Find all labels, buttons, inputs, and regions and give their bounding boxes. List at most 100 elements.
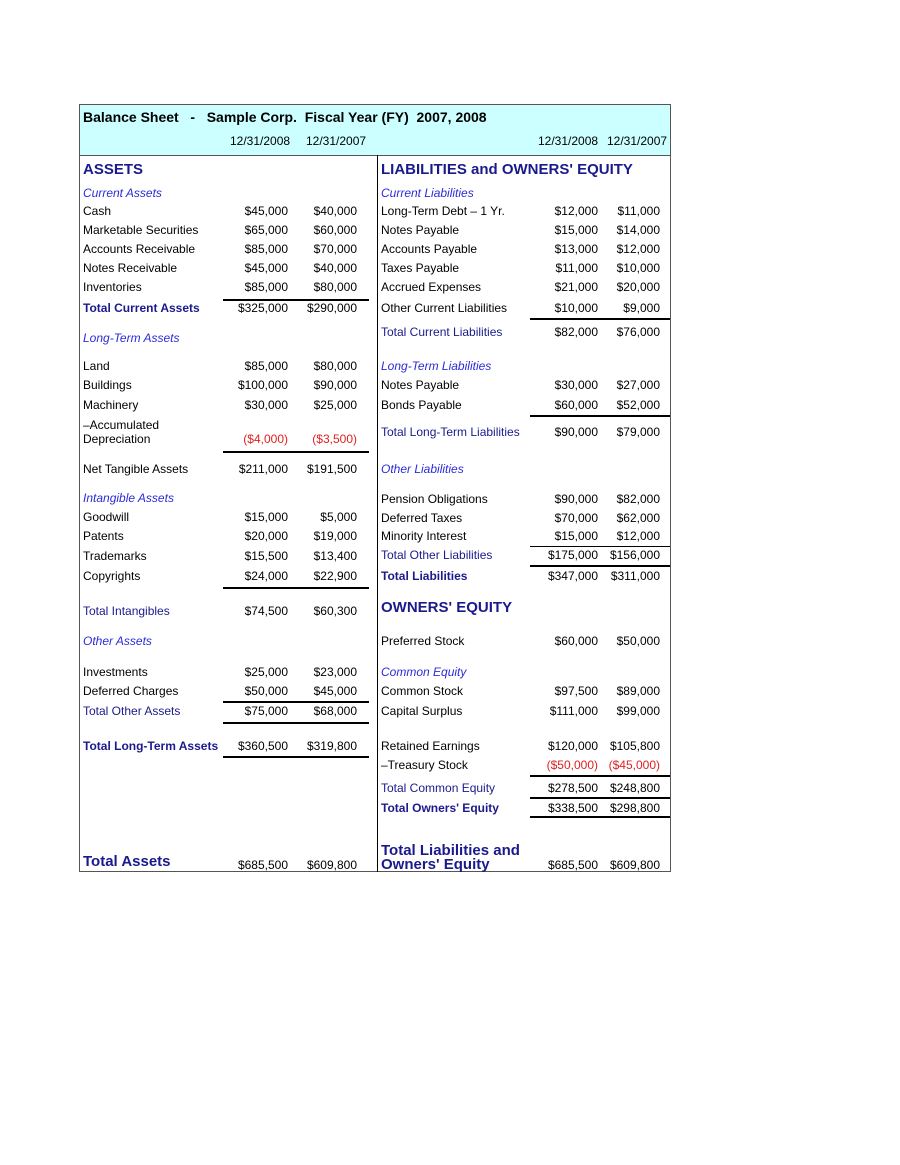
other-liability-row-label: Pension Obligations <box>381 492 488 506</box>
total-longterm-liabilities-row-value-2007: $79,000 <box>616 425 660 439</box>
total-assets-value-2008: $685,500 <box>237 858 288 872</box>
current-asset-row-value-2008: $45,000 <box>244 261 288 275</box>
current-asset-row-value-2008: $85,000 <box>244 242 288 256</box>
total-other-liabilities-row-value-2007: $156,000 <box>609 548 660 562</box>
longterm-asset-row-value-2007: $80,000 <box>313 359 357 373</box>
longterm-liability-row-value-2008: $60,000 <box>554 398 598 412</box>
current-liability-row-value-2008: $12,000 <box>554 204 598 218</box>
other-liability-row-value-2008: $15,000 <box>554 529 598 543</box>
longterm-assets-heading: Long-Term Assets <box>83 331 180 345</box>
current-liability-row-label: Accounts Payable <box>381 242 478 256</box>
total-assets-label: Total Assets <box>83 853 171 870</box>
longterm-asset-row-value-2008: $85,000 <box>244 359 288 373</box>
current-liability-row-value-2007: $14,000 <box>616 223 660 237</box>
treasury-stock-row-value-2007: ($45,000) <box>608 758 660 772</box>
other-asset-row-label: Investments <box>83 665 148 679</box>
current-asset-row-value-2007: $40,000 <box>313 204 357 218</box>
longterm-liability-row-label: Bonds Payable <box>381 398 462 412</box>
current-liabilities-rule <box>530 318 670 320</box>
total-common-equity-row-value-2008: $278,500 <box>547 781 598 795</box>
date-header-left-2007: 12/31/2007 <box>306 134 367 148</box>
preferred-stock-row-value-2008: $60,000 <box>554 634 598 648</box>
current-asset-row-value-2007: $40,000 <box>313 261 357 275</box>
intangible-asset-row-value-2008: $15,000 <box>244 510 288 524</box>
total-current-liabilities-row-value-2008: $82,000 <box>554 325 598 339</box>
treasury-stock-rule <box>530 775 670 777</box>
total-current-liabilities-row-label: Total Current Liabilities <box>381 325 503 339</box>
current-liability-row-value-2008: $11,000 <box>555 261 599 275</box>
total-longterm-assets-row-label: Total Long-Term Assets <box>83 739 219 753</box>
current-liability-row-value-2007: $10,000 <box>616 261 660 275</box>
current-asset-row-value-2007: $60,000 <box>313 223 357 237</box>
other-liabilities-heading: Other Liabilities <box>381 462 464 476</box>
intangible-assets-heading: Intangible Assets <box>83 491 174 505</box>
total-intangibles-row-value-2008: $74,500 <box>244 604 288 618</box>
current-asset-row-value-2008: $65,000 <box>244 223 288 237</box>
liabilities-equity-heading: LIABILITIES and OWNERS' EQUITY <box>381 161 633 178</box>
intangibles-rule <box>223 587 369 589</box>
total-longterm-liabilities-row-value-2008: $90,000 <box>554 425 598 439</box>
other-asset-row-value-2007: $23,000 <box>313 665 357 679</box>
net-tangible-assets-row-value-2008: $211,000 <box>238 462 288 476</box>
intangible-asset-row-label: Patents <box>83 529 124 543</box>
longterm-asset-row-label: Buildings <box>83 378 132 392</box>
current-asset-row-label: Cash <box>83 204 112 218</box>
common-stock-row-value-2007: $89,000 <box>616 684 660 698</box>
other-assets-heading: Other Assets <box>83 634 152 648</box>
longterm-liabilities-heading: Long-Term Liabilities <box>381 359 492 373</box>
accumulated-depreciation-row-value-2007: ($3,500) <box>312 432 357 446</box>
total-longterm-assets-row-value-2007: $319,800 <box>306 739 357 753</box>
current-liabilities-heading: Current Liabilities <box>381 186 474 200</box>
total-liabilities-row-label: Total Liabilities <box>381 569 468 583</box>
current-asset-row-value-2007: $70,000 <box>313 242 357 256</box>
current-asset-row-value-2008: $45,000 <box>244 204 288 218</box>
current-asset-row-label: Inventories <box>83 280 142 294</box>
assets-heading: ASSETS <box>83 161 144 178</box>
retained-earnings-row-value-2008: $120,000 <box>547 739 598 753</box>
intangible-asset-row-value-2007: $5,000 <box>320 510 357 524</box>
balance-sheet: Balance Sheet - Sample Corp. Fiscal Year… <box>79 104 671 873</box>
total-owners-equity-row-label: Total Owners' Equity <box>381 801 499 815</box>
other-liability-row-value-2007: $12,000 <box>616 529 660 543</box>
net-tangible-assets-row-value-2007: $191,500 <box>306 462 357 476</box>
accum-dep-rule <box>223 451 369 453</box>
preferred-stock-row-label: Preferred Stock <box>381 634 465 648</box>
treasury-stock-row-value-2008: ($50,000) <box>546 758 598 772</box>
total-common-equity-row-value-2007: $248,800 <box>609 781 660 795</box>
total-liabilities-equity-row-label-line2: Owners' Equity <box>381 856 490 873</box>
current-liability-row-value-2007: $12,000 <box>616 242 660 256</box>
total-intangibles-row-label: Total Intangibles <box>83 604 170 618</box>
total-current-assets-row-value-2007: $290,000 <box>306 301 357 315</box>
capital-surplus-row-label: Capital Surplus <box>381 704 463 718</box>
total-longterm-assets-row-value-2008: $360,500 <box>237 739 288 753</box>
other-liability-row-value-2008: $90,000 <box>554 492 598 506</box>
other-asset-row-value-2007: $45,000 <box>313 684 357 698</box>
total-longterm-liabilities-row-label: Total Long-Term Liabilities <box>381 425 520 439</box>
longterm-liability-row-value-2007: $52,000 <box>616 398 660 412</box>
common-equity-heading: Common Equity <box>381 665 467 679</box>
current-assets-heading: Current Assets <box>83 186 162 200</box>
common-stock-row-label: Common Stock <box>381 684 464 698</box>
current-asset-row-value-2008: $85,000 <box>244 280 288 294</box>
other-liability-row-label: Deferred Taxes <box>381 511 463 525</box>
longterm-asset-row-label: Land <box>83 359 110 373</box>
total-other-assets-row-label: Total Other Assets <box>83 704 181 718</box>
other-asset-row-value-2008: $25,000 <box>244 665 288 679</box>
date-header-right-2008: 12/31/2008 <box>538 134 599 148</box>
total-longterm-assets-rule <box>223 756 369 758</box>
retained-earnings-row-value-2007: $105,800 <box>609 739 660 753</box>
column-divider <box>377 155 378 872</box>
other-liability-row-value-2008: $70,000 <box>554 511 598 525</box>
treasury-stock-row-label: –Treasury Stock <box>381 758 468 772</box>
current-liability-row-value-2007: $20,000 <box>616 280 660 294</box>
other-liabilities-rule <box>530 546 670 547</box>
total-owners-equity-rule <box>530 816 670 818</box>
current-liability-row-value-2008: $10,000 <box>554 301 598 315</box>
other-asset-row-value-2008: $50,000 <box>244 684 288 698</box>
intangible-asset-row-label: Trademarks <box>83 549 147 563</box>
intangible-asset-row-value-2007: $22,900 <box>313 569 357 583</box>
current-liability-row-value-2008: $21,000 <box>554 280 598 294</box>
current-liability-row-value-2007: $9,000 <box>623 301 660 315</box>
total-liabilities-row-value-2007: $311,000 <box>610 569 660 583</box>
total-intangibles-row-value-2007: $60,300 <box>313 604 357 618</box>
